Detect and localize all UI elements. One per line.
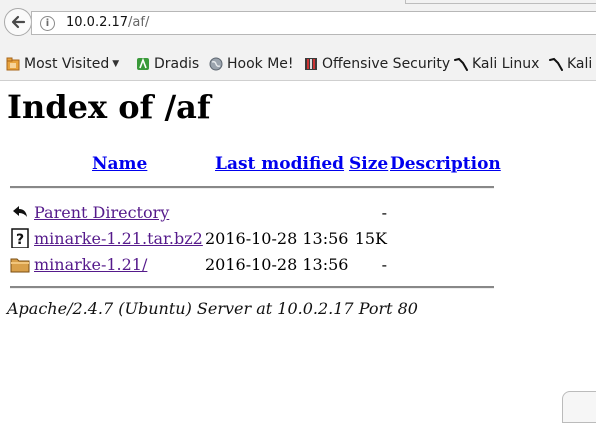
divider bbox=[10, 186, 494, 189]
bookmark-label: Most Visited bbox=[24, 56, 110, 72]
dradis-icon bbox=[136, 57, 150, 71]
bookmark-label: Dradis bbox=[154, 56, 200, 72]
folder-link[interactable]: minarke-1.21/ bbox=[34, 255, 147, 274]
bookmark-kali[interactable]: Kali bbox=[549, 55, 592, 73]
folder-icon bbox=[10, 254, 30, 274]
page-title: Index of /af bbox=[7, 88, 211, 126]
sort-by-name-link[interactable]: Name bbox=[92, 154, 147, 174]
size-cell: 15K bbox=[354, 229, 387, 248]
bookmark-offensive-security[interactable]: Offensive Security bbox=[304, 55, 450, 73]
table-row: minarke-1.21/ 2016-10-28 13:56 - bbox=[0, 253, 596, 277]
last-modified-cell: 2016-10-28 13:56 bbox=[205, 229, 349, 248]
last-modified-cell: 2016-10-28 13:56 bbox=[205, 255, 349, 274]
bookmark-hook-me[interactable]: Hook Me! bbox=[209, 55, 294, 73]
divider bbox=[10, 286, 494, 289]
page-content: Index of /af Name Last modified Size Des… bbox=[0, 81, 596, 414]
server-signature: Apache/2.4.7 (Ubuntu) Server at 10.0.2.1… bbox=[7, 299, 418, 318]
bookmark-label: Offensive Security bbox=[322, 56, 451, 72]
bookmark-label: Kali bbox=[567, 56, 593, 72]
bookmarks-toolbar: Most Visited ▼ Dradis Hook Me! Offensive… bbox=[0, 47, 596, 81]
tab-strip-edge bbox=[405, 0, 596, 4]
offsec-icon bbox=[304, 57, 318, 71]
size-cell: - bbox=[381, 255, 387, 274]
bookmark-most-visited[interactable]: Most Visited ▼ bbox=[6, 55, 119, 73]
most-visited-icon bbox=[6, 57, 20, 71]
url-text[interactable]: 10.0.2.17/af/ bbox=[66, 15, 149, 30]
kali-dragon-icon bbox=[549, 57, 563, 71]
svg-text:?: ? bbox=[16, 232, 24, 248]
table-row: Parent Directory - bbox=[0, 201, 596, 225]
sort-by-description-link[interactable]: Description bbox=[390, 154, 501, 174]
chevron-down-icon: ▼ bbox=[112, 59, 120, 69]
bookmark-kali-linux[interactable]: Kali Linux bbox=[454, 55, 539, 73]
back-arrow-icon bbox=[10, 202, 30, 222]
site-info-icon[interactable]: i bbox=[40, 16, 55, 31]
bookmark-dradis[interactable]: Dradis bbox=[136, 55, 199, 73]
url-path: /af/ bbox=[128, 15, 150, 30]
sort-by-modified-link[interactable]: Last modified bbox=[215, 154, 344, 174]
parent-directory-link[interactable]: Parent Directory bbox=[34, 203, 169, 222]
kali-dragon-icon bbox=[454, 57, 468, 71]
file-link[interactable]: minarke-1.21.tar.bz2 bbox=[34, 229, 203, 248]
download-panel-toggle[interactable] bbox=[562, 391, 596, 423]
url-host: 10.0.2.17 bbox=[66, 15, 129, 30]
bookmark-label: Hook Me! bbox=[227, 56, 294, 72]
unknown-file-icon: ? bbox=[10, 228, 30, 249]
table-row: ? minarke-1.21.tar.bz2 2016-10-28 13:56 … bbox=[0, 227, 596, 251]
navigation-toolbar: i 10.0.2.17/af/ bbox=[0, 0, 596, 47]
globe-icon bbox=[209, 57, 223, 71]
back-button[interactable] bbox=[4, 8, 32, 36]
sort-by-size-link[interactable]: Size bbox=[349, 154, 388, 174]
bookmark-label: Kali Linux bbox=[472, 56, 540, 72]
back-arrow-icon bbox=[11, 15, 26, 29]
size-cell: - bbox=[381, 203, 387, 222]
url-bar[interactable]: i 10.0.2.17/af/ bbox=[31, 11, 596, 35]
